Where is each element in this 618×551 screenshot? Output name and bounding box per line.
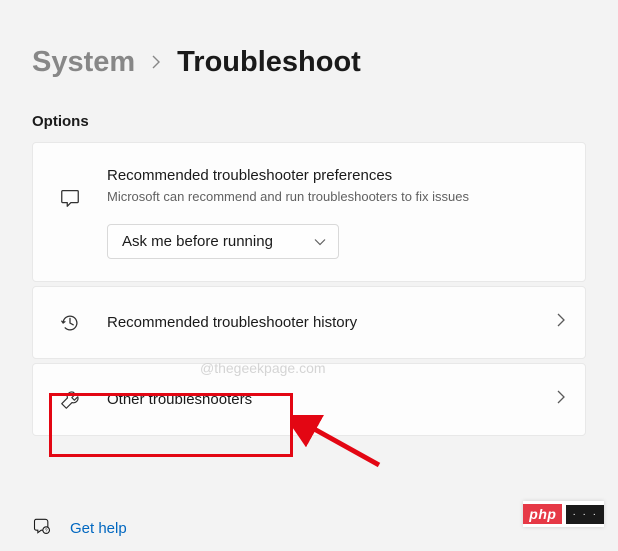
history-card[interactable]: Recommended troubleshooter history (32, 286, 586, 359)
svg-text:?: ? (45, 528, 48, 534)
get-help-link[interactable]: Get help (70, 520, 127, 537)
chat-icon (57, 187, 83, 209)
history-card-title: Recommended troubleshooter history (107, 312, 545, 333)
php-badge-right: · · · (566, 505, 604, 524)
section-label-options: Options (32, 113, 586, 130)
help-icon: ? (32, 516, 52, 541)
breadcrumb-current: Troubleshoot (177, 46, 361, 79)
pref-card: Recommended troubleshooter preferences M… (32, 142, 586, 282)
chevron-right-icon (557, 313, 565, 332)
chevron-right-icon (557, 390, 565, 409)
history-icon (57, 312, 83, 334)
breadcrumb: System Troubleshoot (32, 46, 586, 79)
other-card-title: Other troubleshooters (107, 389, 545, 410)
chevron-down-icon (314, 233, 326, 250)
wrench-icon (57, 389, 83, 411)
breadcrumb-parent[interactable]: System (32, 46, 135, 79)
chevron-right-icon (151, 53, 161, 74)
pref-dropdown[interactable]: Ask me before running (107, 224, 339, 259)
php-badge-left: php (523, 504, 562, 524)
pref-card-title: Recommended troubleshooter preferences (107, 165, 565, 186)
get-help-row[interactable]: ? Get help (32, 516, 127, 541)
other-troubleshooters-card[interactable]: Other troubleshooters (32, 363, 586, 436)
pref-card-subtitle: Microsoft can recommend and run troubles… (107, 188, 565, 206)
php-badge: php · · · (523, 501, 604, 527)
pref-dropdown-value: Ask me before running (122, 233, 273, 250)
